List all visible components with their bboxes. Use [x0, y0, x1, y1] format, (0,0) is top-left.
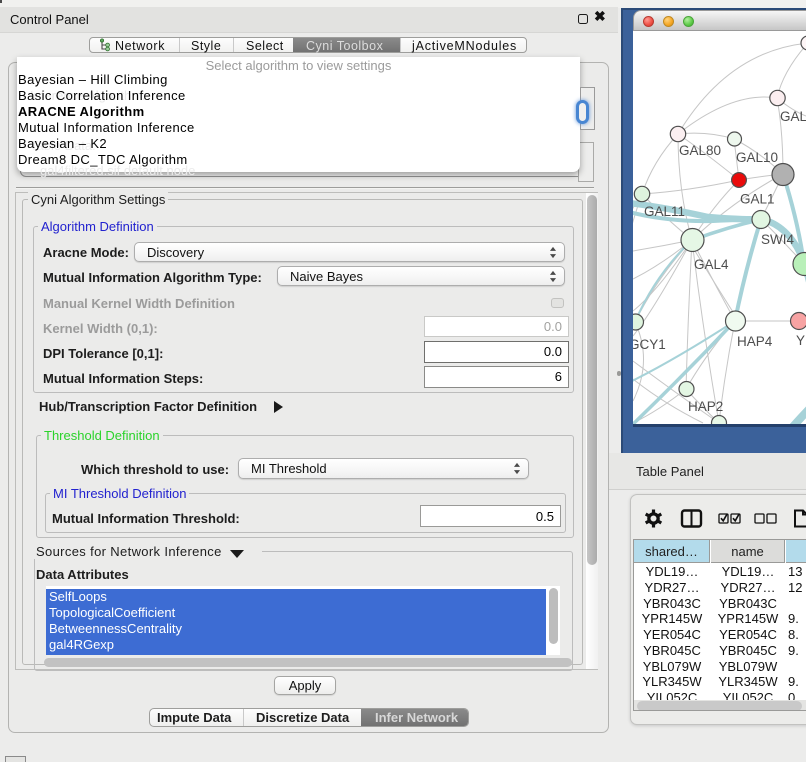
svg-text:GAL1: GAL1: [740, 192, 775, 207]
svg-text:GAL4: GAL4: [694, 257, 729, 272]
svg-text:HAP4: HAP4: [737, 334, 773, 349]
svg-text:GAL80: GAL80: [679, 143, 721, 158]
svg-text:GAL11: GAL11: [644, 204, 685, 219]
svg-text:GAL10: GAL10: [736, 150, 778, 165]
svg-text:GAL: GAL: [780, 109, 806, 124]
svg-text:SWI4: SWI4: [761, 232, 794, 247]
svg-text:Y: Y: [796, 333, 805, 348]
svg-text:GCY1: GCY1: [633, 337, 666, 352]
svg-text:HAP2: HAP2: [688, 399, 723, 414]
